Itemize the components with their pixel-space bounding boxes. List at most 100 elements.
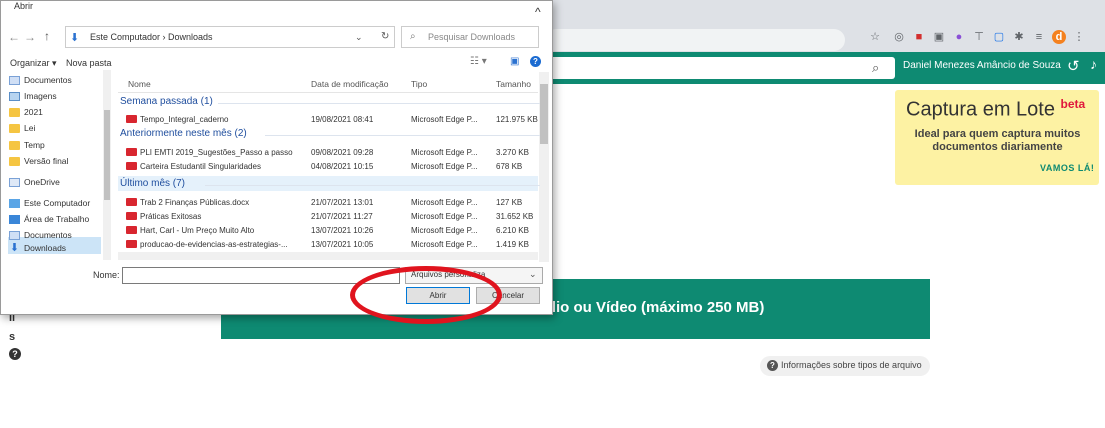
- nav-item[interactable]: Temp: [9, 137, 45, 153]
- help-icon[interactable]: ?: [530, 56, 541, 67]
- file-row[interactable]: Carteira Estudantil Singularidades 04/08/…: [118, 160, 538, 174]
- folder-icon: [9, 123, 20, 133]
- menu-icon[interactable]: ⋮: [1072, 30, 1086, 44]
- file-row[interactable]: producao-de-evidencias-as-estrategias-..…: [118, 238, 538, 252]
- highlight-annotation-circle: [350, 266, 502, 324]
- extension-icon[interactable]: ■: [912, 30, 926, 44]
- nav-item-label: Versão final: [24, 156, 69, 166]
- nav-item[interactable]: ⬇ Downloads: [9, 240, 66, 256]
- lote-title-text: Captura em Lote: [906, 98, 1055, 121]
- folder-icon: [9, 107, 20, 117]
- dialog-title: Abrir: [14, 1, 34, 11]
- file-list-scrollbar-thumb[interactable]: [540, 84, 548, 144]
- file-row[interactable]: Tempo_Integral_caderno 19/08/2021 08:41 Mi…: [118, 113, 538, 127]
- folder-icon: [9, 156, 20, 166]
- nav-item-label: 2021: [24, 107, 43, 117]
- forward-arrow-icon[interactable]: →: [24, 30, 36, 44]
- extension-icon[interactable]: ▣: [932, 30, 946, 44]
- file-date: 09/08/2021 09:28: [311, 148, 374, 157]
- organize-button[interactable]: Organizar ▾: [10, 58, 57, 69]
- nav-item-label: Imagens: [24, 91, 57, 101]
- file-row[interactable]: Hart, Carl - Um Preço Muito Alto 13/07/20…: [118, 224, 538, 238]
- file-date: 13/07/2021 10:05: [311, 240, 374, 249]
- nav-item-label: Área de Trabalho: [24, 214, 90, 224]
- horizontal-scrollbar[interactable]: [118, 252, 538, 260]
- file-name: Carteira Estudantil Singularidades: [140, 162, 261, 171]
- nav-item[interactable]: Versão final: [9, 153, 68, 169]
- file-name: PLI EMTI 2019_Sugestões_Passo a passo: [140, 148, 293, 157]
- file-size: 3.270 KB: [496, 148, 529, 157]
- star-icon[interactable]: ☆: [868, 30, 882, 44]
- file-row[interactable]: Trab 2 Finanças Públicas.docx 21/07/2021 …: [118, 196, 538, 210]
- file-name: Trab 2 Finanças Públicas.docx: [140, 198, 250, 207]
- file-types-info-label: Informações sobre tipos de arquivo: [781, 360, 922, 370]
- puzzle-icon[interactable]: ✱: [1012, 30, 1026, 44]
- nav-scrollbar-thumb[interactable]: [104, 110, 110, 200]
- divider: [265, 135, 540, 136]
- divider: [218, 103, 540, 104]
- nav-item[interactable]: Este Computador: [9, 195, 90, 211]
- file-date: 13/07/2021 10:26: [311, 226, 374, 235]
- chevron-up-icon[interactable]: ^: [535, 5, 541, 19]
- nav-item-label: Documentos: [24, 230, 72, 240]
- file-name: Tempo_Integral_caderno: [140, 115, 229, 124]
- folder-icon: [9, 140, 20, 150]
- file-group-header[interactable]: Semana passada (1): [120, 96, 213, 107]
- file-row[interactable]: Práticas Exitosas 21/07/2021 11:27 Microso…: [118, 210, 538, 224]
- help-icon[interactable]: ?: [9, 348, 21, 360]
- search-icon: ⌕: [410, 31, 416, 42]
- file-group-header[interactable]: Último mês (7): [120, 178, 185, 189]
- file-size: 678 KB: [496, 162, 523, 171]
- chevron-down-icon[interactable]: ⌄: [529, 269, 537, 280]
- download-icon: ⬇: [9, 241, 20, 254]
- up-arrow-icon[interactable]: ↑: [44, 29, 50, 43]
- pdf-file-icon: [126, 226, 137, 234]
- pdf-file-icon: [126, 148, 137, 156]
- nav-item[interactable]: Lei: [9, 120, 35, 136]
- nav-item[interactable]: OneDrive: [9, 174, 60, 190]
- column-header-type[interactable]: Tipo: [411, 79, 427, 89]
- reading-list-icon[interactable]: ≡: [1032, 30, 1046, 44]
- lote-description: Ideal para quem captura muitos documento…: [914, 128, 1081, 153]
- address-bar[interactable]: [545, 29, 845, 51]
- extension-icon[interactable]: ●: [952, 30, 966, 44]
- column-header-size[interactable]: Tamanho: [496, 79, 531, 89]
- nav-item[interactable]: Área de Trabalho: [9, 211, 89, 227]
- user-name[interactable]: Daniel Menezes Amâncio de Souza: [903, 60, 1061, 71]
- extension-icon[interactable]: ⊤: [972, 30, 986, 44]
- sidebar-stub: s: [9, 331, 16, 343]
- column-header-name[interactable]: Nome: [128, 79, 151, 89]
- lote-title: Captura em Lote beta: [906, 97, 1085, 122]
- file-group-header[interactable]: Anteriormente neste mês (2): [120, 128, 247, 139]
- search-icon[interactable]: ⌕: [872, 60, 879, 76]
- extension-icon[interactable]: ▢: [992, 30, 1006, 44]
- file-date: 19/08/2021 08:41: [311, 115, 374, 124]
- nav-item-label: Documentos: [24, 75, 72, 85]
- app-search-input[interactable]: [545, 57, 895, 79]
- profile-avatar[interactable]: d: [1052, 30, 1066, 44]
- column-header-date[interactable]: Data de modificação: [311, 79, 389, 89]
- new-folder-button[interactable]: Nova pasta: [66, 58, 112, 68]
- nav-item[interactable]: Imagens: [9, 88, 57, 104]
- view-options-icon[interactable]: ☷ ▾: [470, 56, 487, 67]
- chevron-down-icon[interactable]: ⌄: [355, 32, 363, 43]
- pdf-file-icon: [126, 240, 137, 248]
- refresh-icon[interactable]: ↻: [381, 31, 389, 42]
- bell-icon[interactable]: ♪: [1090, 56, 1097, 72]
- file-size: 1.419 KB: [496, 240, 529, 249]
- nav-item-label: Lei: [24, 123, 36, 133]
- extension-icon[interactable]: ◎: [892, 30, 906, 44]
- nav-item[interactable]: Documentos: [9, 72, 72, 88]
- pdf-file-icon: [126, 198, 137, 206]
- nav-item[interactable]: 2021: [9, 104, 43, 120]
- preview-pane-icon[interactable]: ▣: [510, 56, 519, 67]
- download-folder-icon: ⬇: [70, 32, 80, 44]
- pdf-file-icon: [126, 115, 137, 123]
- history-icon[interactable]: ↺: [1067, 57, 1080, 75]
- folder-icon: [9, 177, 20, 187]
- file-row[interactable]: PLI EMTI 2019_Sugestões_Passo a passo 09/…: [118, 146, 538, 160]
- back-arrow-icon[interactable]: ←: [8, 30, 20, 44]
- lote-cta-link[interactable]: VAMOS LÁ!: [1040, 163, 1094, 173]
- breadcrumb[interactable]: Este Computador › Downloads: [90, 32, 213, 42]
- file-name: Hart, Carl - Um Preço Muito Alto: [140, 226, 255, 235]
